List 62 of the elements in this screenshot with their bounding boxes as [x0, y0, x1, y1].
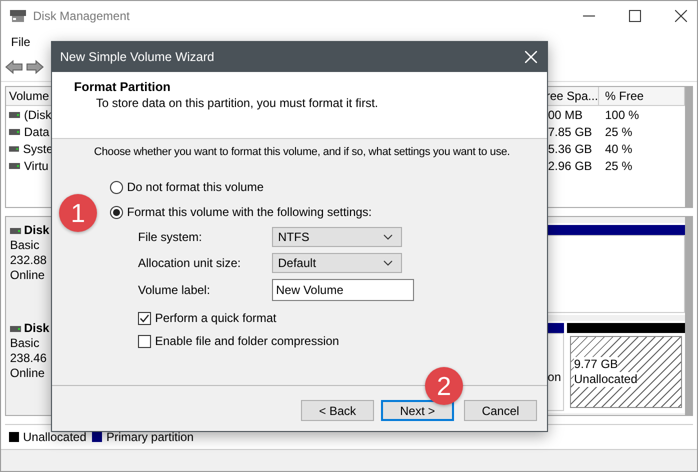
- checkbox[interactable]: [138, 334, 151, 348]
- table-cell-text: 5.36 GB: [547, 142, 594, 156]
- checkbox[interactable]: [138, 312, 151, 324]
- maximize-icon[interactable]: [629, 10, 641, 22]
- disk-type: Basic: [10, 238, 40, 253]
- instruction-text: Choose whether you want to format this volume, and if so, what settings you want to use.: [94, 146, 510, 158]
- close-icon[interactable]: [675, 10, 687, 22]
- drive-icon: [9, 128, 20, 134]
- disk-name: Disk: [24, 223, 50, 238]
- table-cell-text: 00 MB: [547, 108, 584, 122]
- legend-label: Unallocated: [23, 430, 86, 444]
- chevron-down-icon: [383, 260, 393, 266]
- partition-size: 9.77 GB: [574, 357, 618, 372]
- disk-status: Online: [10, 366, 46, 381]
- field-label: Allocation unit size:: [138, 256, 242, 270]
- disk-name: Disk: [24, 321, 50, 336]
- chevron-down-icon: [383, 234, 393, 240]
- page-subtitle: To store data on this partition, you must format it first.: [96, 96, 380, 110]
- disk-status: Online: [10, 268, 46, 283]
- drive-icon: [10, 326, 21, 332]
- forward-arrow-icon[interactable]: [26, 60, 44, 74]
- table-cell-text: 40 %: [604, 142, 634, 156]
- checkbox-label[interactable]: Enable file and folder compression: [155, 334, 340, 348]
- unallocated-partition[interactable]: 9.77 GB Unallocated: [570, 336, 682, 408]
- legend-label: Primary partition: [106, 430, 194, 444]
- wizard-button[interactable]: Cancel: [464, 400, 537, 421]
- partition-label: on: [546, 370, 562, 384]
- drive-icon: [9, 112, 20, 118]
- disk-management-icon: [9, 8, 27, 24]
- table-cell-text: 7.85 GB: [547, 124, 594, 138]
- table-cell: (Disk: [24, 108, 52, 122]
- checkbox-label[interactable]: Perform a quick format: [155, 311, 276, 325]
- back-arrow-icon[interactable]: [5, 60, 23, 74]
- column-header[interactable]: % Free: [599, 87, 685, 105]
- field-label: File system:: [138, 230, 204, 244]
- drive-icon: [10, 228, 21, 234]
- field-label: Volume label:: [138, 283, 212, 297]
- dropdown[interactable]: Default: [272, 253, 402, 273]
- table-cell-text: 25 %: [604, 124, 634, 138]
- window-title: Disk Management: [33, 9, 130, 23]
- table-cell-text: 25 %: [604, 158, 634, 172]
- partition-label: Unallocated: [574, 372, 638, 387]
- table-cell-text: 100 %: [604, 108, 640, 122]
- radio-button[interactable]: [110, 206, 123, 218]
- radio-label[interactable]: Format this volume with the following settings:: [127, 205, 372, 219]
- radio-button[interactable]: [110, 180, 123, 194]
- input-field[interactable]: New Volume: [272, 279, 414, 301]
- dropdown[interactable]: NTFS: [272, 227, 402, 247]
- table-cell: Data: [24, 124, 50, 138]
- drive-icon: [9, 162, 20, 168]
- drive-icon: [9, 146, 19, 152]
- disk-size: 232.88: [10, 253, 48, 268]
- dialog-title: New Simple Volume Wizard: [60, 50, 214, 64]
- wizard-button[interactable]: Next >: [381, 400, 454, 421]
- radio-label[interactable]: Do not format this volume: [127, 180, 264, 194]
- table-cell: Virtu: [24, 158, 48, 172]
- table-cell-text: 2.96 GB: [547, 158, 594, 172]
- disk-type: Basic: [10, 336, 40, 351]
- page-heading: Format Partition: [74, 80, 172, 94]
- disk-size: 238.46: [10, 351, 48, 366]
- wizard-button[interactable]: < Back: [301, 400, 374, 421]
- menu-item[interactable]: File: [11, 35, 30, 49]
